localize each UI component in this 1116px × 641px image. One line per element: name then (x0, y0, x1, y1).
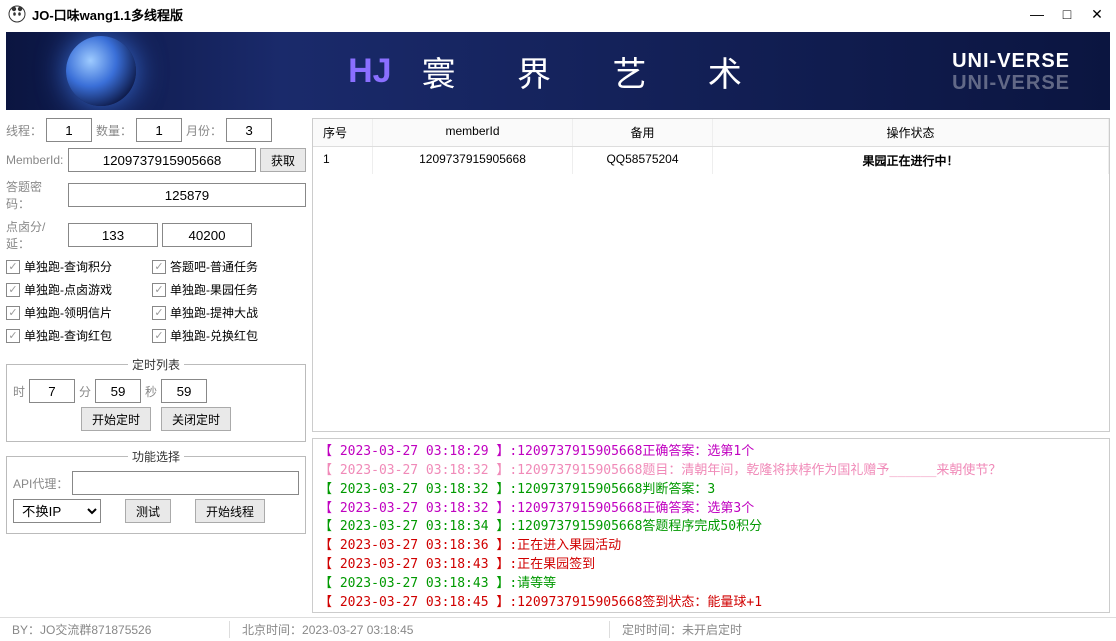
check-icon (6, 283, 20, 297)
ip-mode-select[interactable]: 不换IP (13, 499, 101, 523)
th-status: 操作状态 (713, 119, 1109, 146)
log-line: 【 2023-03-27 03:18:29 】:1209737915905668… (319, 443, 1103, 462)
app-icon (8, 5, 26, 23)
proxy-input[interactable] (72, 471, 299, 495)
dl-label: 点卤分/延： (6, 218, 64, 252)
thread-label: 线程： (6, 122, 42, 139)
thread-input[interactable] (46, 118, 92, 142)
banner-en: UNI-VERSE (952, 50, 1070, 73)
second-input[interactable] (161, 379, 207, 403)
checkbox-option[interactable]: 答题吧-普通任务 (152, 258, 292, 275)
table-cell: QQ58575204 (573, 147, 713, 174)
status-by: BY：JO交流群871875526 (0, 621, 230, 638)
data-table: 序号 memberId 备用 操作状态 11209737915905668QQ5… (312, 118, 1110, 432)
hour-label: 时 (13, 383, 25, 400)
th-spare: 备用 (573, 119, 713, 146)
checkbox-option[interactable]: 单独跑-果园任务 (152, 281, 292, 298)
check-icon (152, 283, 166, 297)
checkbox-option[interactable]: 单独跑-领明信片 (6, 304, 146, 321)
function-fieldset: 功能选择 API代理： 不换IP 测试 开始线程 (6, 448, 306, 534)
checkbox-option[interactable]: 单独跑-查询红包 (6, 327, 146, 344)
function-legend: 功能选择 (128, 448, 184, 465)
checkbox-option[interactable]: 单独跑-提神大战 (152, 304, 292, 321)
check-icon (152, 329, 166, 343)
check-icon (6, 260, 20, 274)
fetch-button[interactable]: 获取 (260, 148, 306, 172)
count-label: 数量： (96, 122, 132, 139)
table-cell: 1209737915905668 (373, 147, 573, 174)
log-line: 【 2023-03-27 03:18:34 】:1209737915905668… (319, 518, 1103, 537)
log-line: 【 2023-03-27 03:18:32 】:1209737915905668… (319, 481, 1103, 500)
month-label: 月份： (186, 122, 222, 139)
proxy-label: API代理： (13, 475, 68, 492)
check-icon (152, 260, 166, 274)
timer-fieldset: 定时列表 时 分 秒 开始定时 关闭定时 (6, 356, 306, 442)
checkbox-label: 单独跑-果园任务 (170, 281, 258, 298)
checkbox-label: 单独跑-点卤游戏 (24, 281, 112, 298)
answer-pwd-label: 答题密码： (6, 178, 64, 212)
start-thread-button[interactable]: 开始线程 (195, 499, 265, 523)
count-input[interactable] (136, 118, 182, 142)
answer-pwd-input[interactable] (68, 183, 306, 207)
minimize-button[interactable]: — (1026, 3, 1048, 25)
memberid-input[interactable] (68, 148, 256, 172)
status-timer: 定时时间：未开启定时 (610, 621, 1116, 638)
banner: HJ 寰 界 艺 术 UNI-VERSE UNI-VERSE (6, 32, 1110, 110)
log-line: 【 2023-03-27 03:18:43 】:请等等 (319, 575, 1103, 594)
checkbox-label: 单独跑-查询红包 (24, 327, 112, 344)
checkbox-label: 单独跑-提神大战 (170, 304, 258, 321)
hour-input[interactable] (29, 379, 75, 403)
status-bjtime: 北京时间：2023-03-27 03:18:45 (230, 621, 610, 638)
maximize-button[interactable]: □ (1056, 3, 1078, 25)
check-icon (6, 306, 20, 320)
banner-cn: 寰 界 艺 术 (422, 47, 768, 96)
timer-legend: 定时列表 (128, 356, 184, 373)
checkbox-label: 单独跑-兑换红包 (170, 327, 258, 344)
checkbox-option[interactable]: 单独跑-点卤游戏 (6, 281, 146, 298)
check-icon (6, 329, 20, 343)
th-index: 序号 (313, 119, 373, 146)
minute-label: 分 (79, 383, 91, 400)
month-input[interactable] (226, 118, 272, 142)
statusbar: BY：JO交流群871875526 北京时间：2023-03-27 03:18:… (0, 617, 1116, 641)
checkbox-label: 答题吧-普通任务 (170, 258, 258, 275)
stop-timer-button[interactable]: 关闭定时 (161, 407, 231, 431)
checkbox-label: 单独跑-领明信片 (24, 304, 112, 321)
memberid-label: MemberId: (6, 153, 64, 167)
dl-input-1[interactable] (68, 223, 158, 247)
checkbox-option[interactable]: 单独跑-兑换红包 (152, 327, 292, 344)
banner-en-shadow: UNI-VERSE (952, 72, 1070, 95)
start-timer-button[interactable]: 开始定时 (81, 407, 151, 431)
log-line: 【 2023-03-27 03:18:36 】:正在进入果园活动 (319, 537, 1103, 556)
log-line: 【 2023-03-27 03:18:43 】:正在果园签到 (319, 556, 1103, 575)
log-line: 【 2023-03-27 03:18:45 】:1209737915905668… (319, 594, 1103, 613)
log-panel[interactable]: 【 2023-03-27 03:18:29 】:1209737915905668… (312, 438, 1110, 613)
sphere-graphic (66, 36, 136, 106)
table-cell: 1 (313, 147, 373, 174)
checkbox-option[interactable]: 单独跑-查询积分 (6, 258, 146, 275)
table-row[interactable]: 11209737915905668QQ58575204果园正在进行中！ (313, 147, 1109, 174)
window-title: JO-口味wang1.1多线程版 (32, 5, 1018, 24)
logo-icon: HJ (348, 52, 391, 91)
th-memberid: memberId (373, 119, 573, 146)
log-line: 【 2023-03-27 03:18:32 】:1209737915905668… (319, 500, 1103, 519)
checkbox-label: 单独跑-查询积分 (24, 258, 112, 275)
table-cell: 果园正在进行中！ (713, 147, 1109, 174)
second-label: 秒 (145, 383, 157, 400)
minute-input[interactable] (95, 379, 141, 403)
titlebar: JO-口味wang1.1多线程版 — □ ✕ (0, 0, 1116, 28)
test-button[interactable]: 测试 (125, 499, 171, 523)
dl-input-2[interactable] (162, 223, 252, 247)
close-button[interactable]: ✕ (1086, 3, 1108, 25)
log-line: 【 2023-03-27 03:18:32 】:1209737915905668… (319, 462, 1103, 481)
check-icon (152, 306, 166, 320)
left-panel: 线程： 数量： 月份： MemberId: 获取 答题密码： 点卤分/延： 单独… (6, 118, 306, 613)
